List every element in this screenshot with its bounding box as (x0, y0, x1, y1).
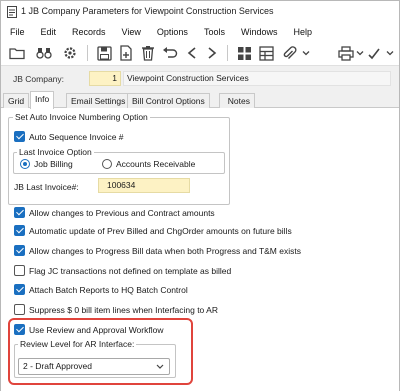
review-level-title: Review Level for AR Interface: (18, 339, 137, 349)
menu-view[interactable]: View (122, 27, 141, 37)
last-invoice-option-title: Last Invoice Option (17, 147, 94, 157)
review-level-select[interactable]: 2 - Draft Approved (18, 358, 170, 375)
company-parameters-window: 1 JB Company Parameters for Viewpoint Co… (0, 0, 400, 392)
spell-check-icon[interactable] (367, 44, 385, 62)
flag-jc-transactions-label: Flag JC transactions not defined on temp… (29, 266, 232, 276)
paperclip-icon[interactable] (281, 44, 299, 62)
auto-sequence-checkbox[interactable] (14, 131, 25, 142)
previous-record-icon[interactable] (183, 44, 201, 62)
printer-icon[interactable] (337, 44, 355, 62)
allow-changes-previous-label: Allow changes to Previous and Contract a… (29, 208, 215, 218)
job-billing-label: Job Billing (34, 159, 73, 169)
flag-jc-transactions-checkbox[interactable] (14, 265, 25, 276)
menu-windows[interactable]: Windows (241, 27, 278, 37)
save-icon[interactable] (95, 44, 113, 62)
company-header: JB Company: 1 Viewpoint Construction Ser… (1, 65, 399, 91)
use-review-workflow-label: Use Review and Approval Workflow (29, 325, 164, 335)
tab-strip: Grid Info Email Settings Bill Control Op… (1, 91, 399, 109)
review-level-value: 2 - Draft Approved (23, 361, 92, 371)
chevron-down-icon[interactable] (301, 44, 311, 62)
suppress-zero-lines-checkbox[interactable] (14, 304, 25, 315)
toolbar (1, 41, 399, 65)
tab-info[interactable]: Info (30, 91, 55, 109)
attach-batch-reports-checkbox[interactable] (14, 284, 25, 295)
info-tab-content: Set Auto Invoice Numbering Option Auto S… (1, 108, 399, 392)
toolbar-separator (87, 45, 88, 61)
auto-invoice-group-title: Set Auto Invoice Numbering Option (13, 112, 150, 122)
menu-help[interactable]: Help (293, 27, 312, 37)
auto-update-prev-billed-checkbox[interactable] (14, 225, 25, 236)
company-number-field[interactable]: 1 (89, 71, 121, 86)
binoculars-icon[interactable] (35, 44, 53, 62)
allow-changes-previous-checkbox[interactable] (14, 207, 25, 218)
use-review-workflow-checkbox[interactable] (14, 324, 25, 335)
tab-email-settings[interactable]: Email Settings (66, 93, 131, 108)
job-billing-radio[interactable] (20, 159, 30, 169)
tab-notes[interactable]: Notes (219, 93, 255, 108)
company-name-field: Viewpoint Construction Services (123, 71, 391, 86)
undo-icon[interactable] (161, 44, 179, 62)
attach-batch-reports-label: Attach Batch Reports to HQ Batch Control (29, 285, 188, 295)
chevron-down-icon (156, 359, 164, 379)
grid-view-icon[interactable] (235, 44, 253, 62)
settings-gear-icon[interactable] (61, 44, 79, 62)
menu-bar: File Edit Records View Options Tools Win… (1, 23, 399, 41)
suppress-zero-lines-label: Suppress $ 0 bill item lines when Interf… (29, 305, 218, 315)
menu-records[interactable]: Records (72, 27, 106, 37)
company-label: JB Company: (13, 74, 65, 84)
last-invoice-label: JB Last Invoice#: (14, 182, 79, 192)
last-invoice-field[interactable]: 100634 (98, 178, 190, 193)
chevron-down-icon[interactable] (355, 44, 365, 62)
toolbar-separator (227, 45, 228, 61)
window-title: 1 JB Company Parameters for Viewpoint Co… (21, 6, 274, 16)
chevron-down-icon[interactable] (385, 44, 395, 62)
new-record-icon[interactable] (117, 44, 135, 62)
tab-grid[interactable]: Grid (3, 93, 30, 108)
folder-open-icon[interactable] (8, 44, 26, 62)
delete-icon[interactable] (139, 44, 157, 62)
auto-update-prev-billed-label: Automatic update of Prev Billed and ChgO… (29, 226, 292, 236)
allow-progress-changes-label: Allow changes to Progress Bill data when… (29, 246, 301, 256)
title-bar: 1 JB Company Parameters for Viewpoint Co… (1, 1, 399, 23)
auto-sequence-label: Auto Sequence Invoice # (29, 132, 124, 142)
accounts-receivable-radio[interactable] (102, 159, 112, 169)
menu-edit[interactable]: Edit (41, 27, 57, 37)
allow-progress-changes-checkbox[interactable] (14, 245, 25, 256)
form-view-icon[interactable] (257, 44, 275, 62)
accounts-receivable-label: Accounts Receivable (116, 159, 196, 169)
tab-bill-control-options[interactable]: Bill Control Options (127, 93, 210, 108)
menu-file[interactable]: File (10, 27, 25, 37)
app-icon (7, 6, 17, 18)
next-record-icon[interactable] (203, 44, 221, 62)
menu-options[interactable]: Options (157, 27, 188, 37)
menu-tools[interactable]: Tools (204, 27, 225, 37)
